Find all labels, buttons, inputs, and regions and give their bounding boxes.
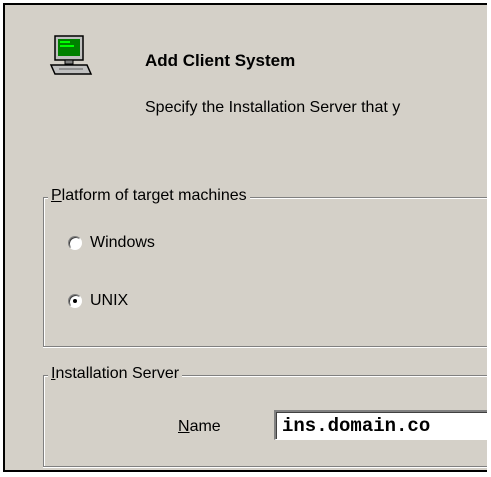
platform-legend-mnemonic: P [51, 187, 62, 204]
radio-windows-button[interactable] [68, 236, 82, 250]
name-label-text: ame [189, 418, 221, 435]
dialog-window: Add Client System Specify the Installati… [3, 3, 487, 472]
server-name-input[interactable] [274, 410, 487, 440]
installation-server-groupbox: Installation Server Name [43, 365, 487, 467]
server-group-legend: Installation Server [48, 365, 183, 383]
dialog-title: Add Client System [145, 51, 296, 70]
platform-legend-text: latform of target machines [61, 187, 247, 204]
name-label-mnemonic: N [178, 418, 190, 435]
platform-group-legend: Platform of target machines [48, 187, 250, 205]
dialog-header: Add Client System Specify the Installati… [5, 5, 487, 162]
radio-windows[interactable]: Windows [68, 234, 155, 252]
radio-unix-label[interactable]: UNIX [90, 292, 128, 310]
name-field-label: Name [178, 418, 221, 436]
server-legend-text: nstallation Server [55, 365, 180, 382]
radio-windows-label[interactable]: Windows [90, 234, 155, 252]
dialog-subtitle: Specify the Installation Server that y [145, 99, 401, 116]
computer-icon [49, 35, 93, 75]
radio-unix-button[interactable] [68, 294, 82, 308]
platform-groupbox: Platform of target machines Windows UNIX [43, 187, 487, 347]
radio-unix[interactable]: UNIX [68, 292, 128, 310]
